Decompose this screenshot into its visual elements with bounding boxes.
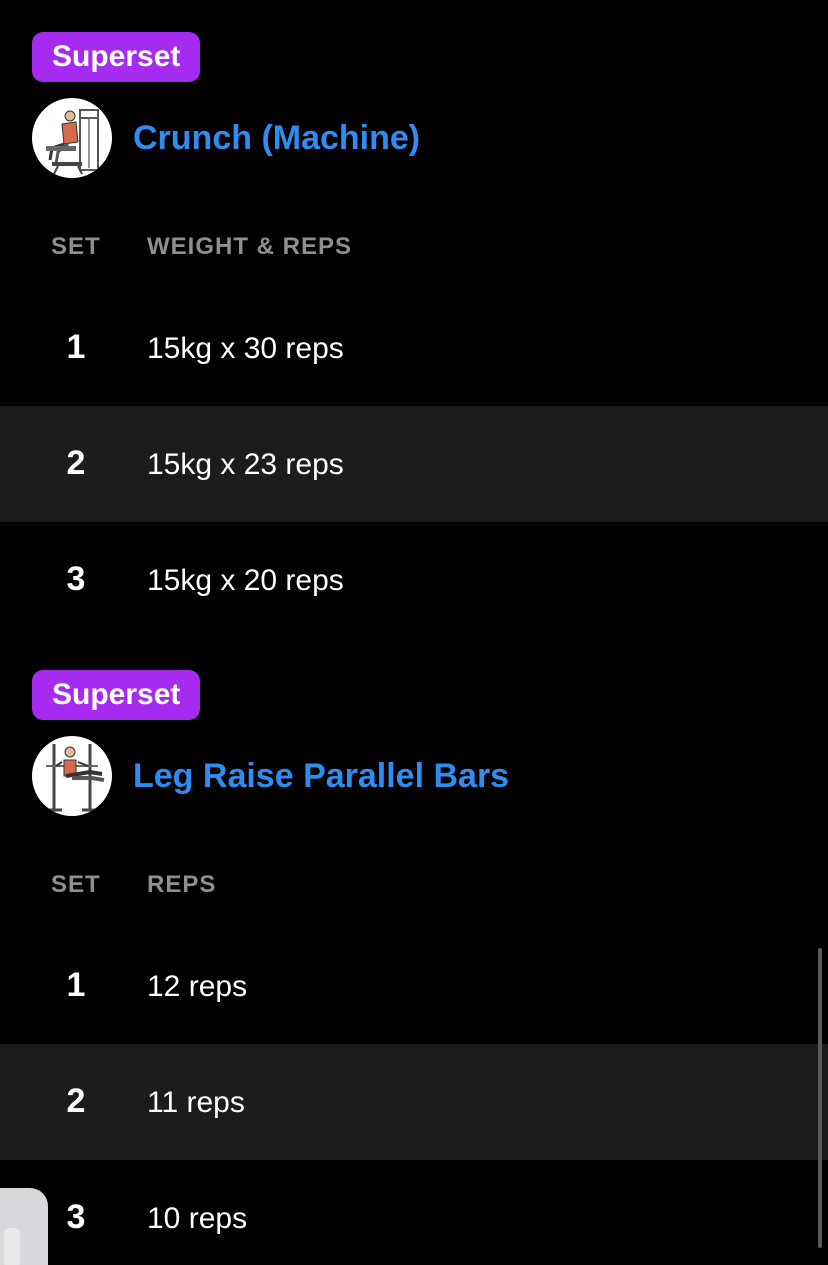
set-value: 15kg x 20 reps bbox=[147, 564, 344, 597]
set-row: 1 15kg x 30 reps bbox=[0, 290, 828, 406]
set-value: 15kg x 23 reps bbox=[147, 448, 344, 481]
vertical-scrollbar[interactable] bbox=[818, 948, 822, 1248]
weight-reps-column-header: WEIGHT & REPS bbox=[147, 233, 353, 260]
set-number: 2 bbox=[66, 1082, 86, 1120]
set-row: 2 15kg x 23 reps bbox=[0, 406, 828, 522]
exercise-title[interactable]: Crunch (Machine) bbox=[133, 119, 420, 158]
set-value: 10 reps bbox=[147, 1202, 248, 1235]
column-headers: SET WEIGHT & REPS bbox=[0, 225, 828, 265]
set-row: 3 15kg x 20 reps bbox=[0, 522, 828, 638]
set-value: 11 reps bbox=[147, 1086, 245, 1119]
reps-column-header: REPS bbox=[147, 871, 217, 898]
superset-badge: Superset bbox=[32, 670, 201, 720]
set-row: 3 10 reps bbox=[0, 1160, 828, 1265]
exercise-header[interactable]: Leg Raise Parallel Bars bbox=[32, 736, 509, 816]
workout-detail-screen: Superset Crunch (Machine) SET WEIGHT & R… bbox=[0, 0, 828, 1265]
crunch-machine-icon[interactable] bbox=[32, 98, 112, 178]
set-number: 1 bbox=[66, 966, 86, 1004]
set-number: 3 bbox=[66, 1198, 86, 1236]
set-number: 2 bbox=[66, 444, 86, 482]
set-value: 15kg x 30 reps bbox=[147, 332, 344, 365]
set-number: 3 bbox=[66, 560, 86, 598]
set-row: 1 12 reps bbox=[0, 928, 828, 1044]
exercise-header[interactable]: Crunch (Machine) bbox=[32, 98, 420, 178]
floating-handle[interactable] bbox=[0, 1188, 48, 1265]
set-row: 2 11 reps bbox=[0, 1044, 828, 1160]
exercise-title[interactable]: Leg Raise Parallel Bars bbox=[133, 757, 509, 796]
superset-badge: Superset bbox=[32, 32, 201, 82]
set-value: 12 reps bbox=[147, 970, 248, 1003]
leg-raise-parallel-bars-icon[interactable] bbox=[32, 736, 112, 816]
set-column-header: SET bbox=[51, 233, 101, 260]
set-column-header: SET bbox=[51, 871, 101, 898]
column-headers: SET REPS bbox=[0, 863, 828, 903]
set-number: 1 bbox=[66, 328, 86, 366]
